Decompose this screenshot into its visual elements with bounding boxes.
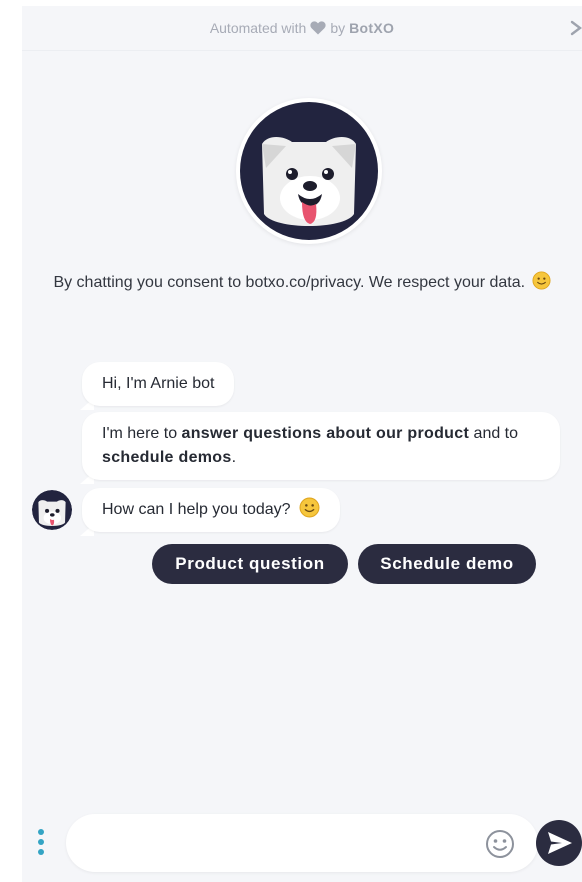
dog-mascot-icon (32, 490, 72, 530)
by-text: by (330, 20, 346, 36)
menu-dots-icon[interactable] (36, 828, 46, 856)
close-icon[interactable] (566, 16, 582, 40)
message-text: . (231, 449, 237, 466)
message-text: and to (469, 425, 519, 442)
message-text: I'm here to (102, 425, 182, 442)
consent-text: By chatting you consent to botxo.co/priv… (52, 270, 552, 296)
bot-avatar-small (32, 490, 72, 530)
bot-message-greeting: Hi, I'm Arnie bot (82, 362, 235, 406)
message-bold-text: schedule demos (102, 449, 232, 466)
quick-reply-product-question[interactable]: Product question (152, 544, 348, 584)
dog-mascot-icon (240, 102, 378, 240)
quick-reply-schedule-demo[interactable]: Schedule demo (358, 544, 536, 584)
emoji-icon[interactable] (484, 828, 516, 860)
message-text: How can I help you today? (102, 501, 291, 518)
bot-message-question: How can I help you today? (82, 488, 341, 532)
bot-avatar-large (236, 98, 382, 244)
send-button[interactable] (536, 820, 582, 866)
header-bar: Automated with by BotXO (22, 6, 582, 51)
bot-message-intro: I'm here to answer questions about our p… (82, 412, 560, 480)
message-text: Hi, I'm Arnie bot (102, 375, 215, 392)
chat-widget: Automated with by BotXO By chatting you … (22, 6, 582, 882)
consent-label: By chatting you consent to botxo.co/priv… (53, 274, 526, 291)
smile-emoji-icon (532, 271, 551, 290)
automated-text: Automated with (209, 20, 307, 36)
heart-icon (310, 21, 326, 35)
brand-logo-text: BotXO (349, 20, 395, 36)
message-bold-text: answer questions about our product (181, 425, 470, 442)
composer-bar (22, 812, 582, 872)
smile-emoji-icon (299, 497, 320, 518)
message-input[interactable] (86, 824, 470, 864)
send-icon (548, 832, 572, 854)
message-input-wrapper (66, 814, 538, 872)
